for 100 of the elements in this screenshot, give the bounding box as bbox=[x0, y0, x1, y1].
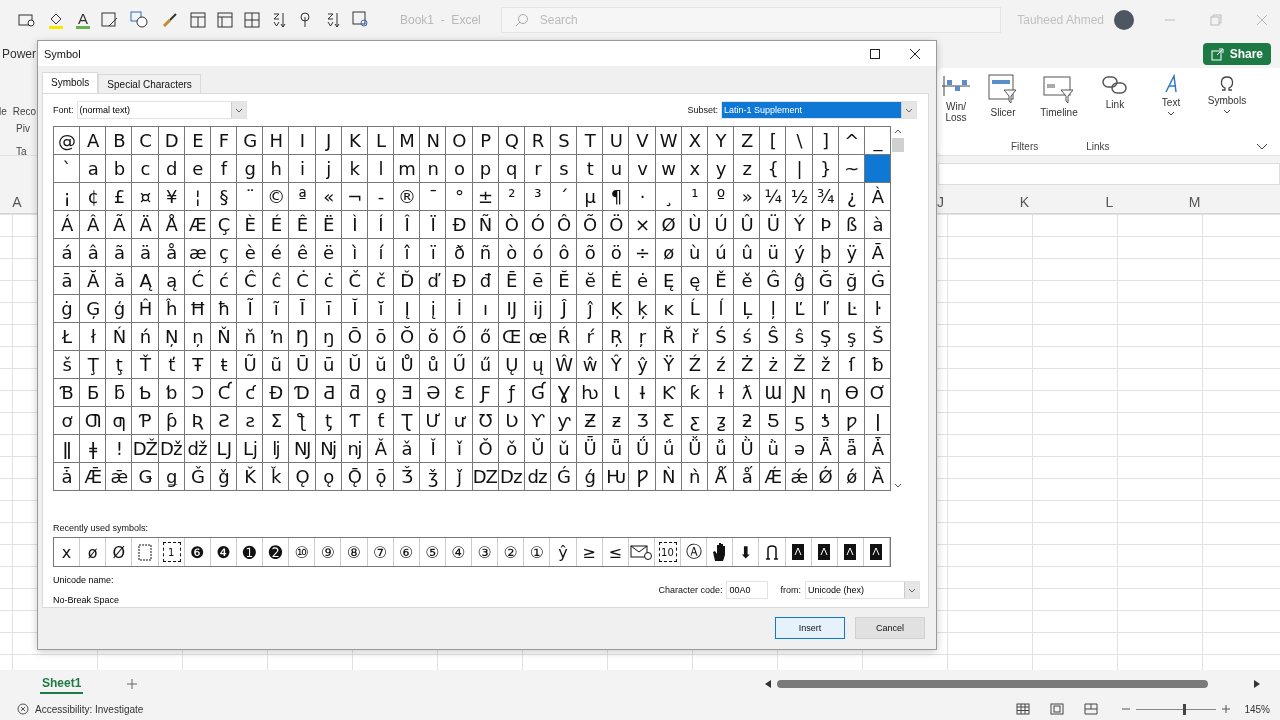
symbol-cell[interactable]: Ũ bbox=[237, 351, 264, 379]
symbol-cell[interactable]: Ċ bbox=[289, 267, 316, 295]
symbol-cell[interactable]: ď bbox=[420, 267, 447, 295]
symbol-cell[interactable]: ý bbox=[786, 239, 813, 267]
symbol-cell[interactable]: ǉ bbox=[263, 435, 290, 463]
symbol-cell[interactable]: Ò bbox=[498, 211, 525, 239]
symbol-cell[interactable]: ş bbox=[838, 323, 865, 351]
symbol-cell[interactable]: ġ bbox=[54, 295, 81, 323]
symbol-cell[interactable]: Ƴ bbox=[524, 407, 551, 435]
symbol-cell[interactable]: ū bbox=[315, 351, 342, 379]
symbol-cell[interactable]: ~ bbox=[838, 155, 865, 183]
zoom-level[interactable]: 145% bbox=[1244, 703, 1270, 715]
symbol-cell[interactable]: ŭ bbox=[367, 351, 395, 379]
symbol-cell[interactable]: Ǌ bbox=[289, 435, 316, 463]
symbol-cell[interactable]: Ŕ bbox=[550, 323, 578, 351]
symbol-cell[interactable]: « bbox=[315, 183, 342, 211]
symbol-cell[interactable]: Ă bbox=[80, 267, 107, 295]
symbol-cell[interactable]: Î bbox=[394, 211, 421, 239]
symbol-cell[interactable]: Ů bbox=[394, 351, 421, 379]
symbol-cell[interactable]: Ƿ bbox=[629, 463, 656, 491]
symbol-cell[interactable]: Ǵ bbox=[550, 463, 578, 491]
symbol-cell[interactable]: ® bbox=[394, 183, 421, 211]
symbol-cell[interactable]: ¡ bbox=[54, 183, 81, 211]
symbol-cell[interactable]: ŋ bbox=[315, 323, 342, 351]
symbol-cell[interactable]: š bbox=[54, 351, 81, 379]
symbol-cell[interactable]: ǁ bbox=[54, 435, 81, 463]
symbol-cell[interactable]: a bbox=[80, 155, 107, 183]
symbol-cell[interactable]: z bbox=[734, 155, 761, 183]
symbol-cell[interactable]: ƶ bbox=[603, 407, 630, 435]
ribbon-button[interactable]: Link bbox=[1089, 74, 1141, 110]
symbol-cell[interactable]: Q bbox=[498, 127, 525, 155]
symbol-cell[interactable]: b bbox=[106, 155, 133, 183]
symbol-cell[interactable]: Ň bbox=[210, 323, 238, 351]
symbol-cell[interactable]: Ë bbox=[315, 211, 342, 239]
sheet-tab[interactable]: Sheet1 bbox=[40, 674, 84, 694]
symbol-cell[interactable]: Ǽ bbox=[760, 463, 787, 491]
symbol-cell[interactable]: ô bbox=[550, 239, 578, 267]
symbol-cell[interactable]: © bbox=[263, 183, 290, 211]
symbol-cell[interactable]: Ɛ bbox=[446, 379, 473, 407]
symbol-cell[interactable]: ŗ bbox=[629, 323, 656, 351]
symbol-cell[interactable]: Á bbox=[54, 211, 81, 239]
symbol-cell[interactable]: Ě bbox=[707, 267, 735, 295]
symbol-cell[interactable]: x bbox=[681, 155, 708, 183]
symbol-cell[interactable]: Ǟ bbox=[812, 435, 839, 463]
symbol-cell[interactable]: ǚ bbox=[707, 435, 735, 463]
symbol-cell[interactable]: ŧ bbox=[210, 351, 238, 379]
symbol-cell[interactable]: Ż bbox=[734, 351, 761, 379]
symbol-cell[interactable]: Ø bbox=[655, 211, 682, 239]
symbol-cell[interactable]: ƌ bbox=[341, 379, 368, 407]
symbol-cell[interactable]: ŀ bbox=[864, 295, 891, 323]
symbol-cell[interactable]: » bbox=[734, 183, 761, 211]
symbol-cell[interactable]: Ǘ bbox=[629, 435, 656, 463]
symbol-cell[interactable]: Ơ bbox=[864, 379, 891, 407]
column-header[interactable]: J bbox=[937, 194, 982, 210]
symbol-cell[interactable]: E bbox=[184, 127, 211, 155]
symbol-cell[interactable]: Đ bbox=[446, 267, 473, 295]
symbol-cell[interactable]: ő bbox=[472, 323, 499, 351]
symbol-cell[interactable]: ǫ bbox=[315, 463, 342, 491]
symbol-cell[interactable]: Ú bbox=[707, 211, 735, 239]
symbol-cell[interactable]: c bbox=[132, 155, 159, 183]
symbol-cell[interactable]: Ǝ bbox=[394, 379, 421, 407]
symbol-cell[interactable]: v bbox=[629, 155, 656, 183]
symbol-cell[interactable]: · bbox=[629, 183, 656, 211]
symbol-cell[interactable]: ƥ bbox=[158, 407, 185, 435]
symbol-cell[interactable]: Ǳ bbox=[472, 463, 499, 491]
symbol-cell[interactable]: ƛ bbox=[734, 379, 761, 407]
symbol-cell[interactable]: Ė bbox=[603, 267, 630, 295]
symbol-cell[interactable]: ¤ bbox=[132, 183, 159, 211]
symbol-cell[interactable]: ſ bbox=[838, 351, 865, 379]
symbol-cell[interactable]: ¿ bbox=[838, 183, 865, 211]
symbol-cell[interactable]: ŉ bbox=[263, 323, 290, 351]
symbol-cell[interactable]: ǿ bbox=[838, 463, 865, 491]
symbol-cell[interactable]: å bbox=[158, 239, 185, 267]
symbol-cell[interactable]: Ʋ bbox=[498, 407, 525, 435]
symbol-cell[interactable]: Ñ bbox=[472, 211, 499, 239]
symbol-cell[interactable]: ǎ bbox=[394, 435, 421, 463]
symbol-cell[interactable]: ǣ bbox=[106, 463, 133, 491]
symbol-cell[interactable]: ƈ bbox=[237, 379, 264, 407]
symbol-cell[interactable]: Ű bbox=[446, 351, 473, 379]
symbol-cell[interactable]: ¯ bbox=[420, 183, 447, 211]
symbol-cell[interactable]: ä bbox=[132, 239, 159, 267]
symbol-cell[interactable]: è bbox=[237, 239, 264, 267]
symbol-cell[interactable]: Â bbox=[80, 211, 107, 239]
symbol-cell[interactable]: Ɔ bbox=[184, 379, 211, 407]
symbol-cell[interactable]: Ɩ bbox=[603, 379, 630, 407]
symbol-cell[interactable]: ƿ bbox=[838, 407, 865, 435]
symbol-cell[interactable]: Û bbox=[734, 211, 761, 239]
symbol-cell[interactable]: þ bbox=[812, 239, 839, 267]
symbol-cell[interactable]: Ʊ bbox=[472, 407, 499, 435]
symbol-cell[interactable]: ƅ bbox=[158, 379, 185, 407]
symbol-cell[interactable]: Č bbox=[341, 267, 368, 295]
symbol-cell[interactable]: Ã bbox=[106, 211, 133, 239]
symbol-cell[interactable]: Ó bbox=[524, 211, 551, 239]
symbol-cell[interactable]: č bbox=[367, 267, 395, 295]
symbol-cell[interactable]: ƕ bbox=[577, 379, 604, 407]
symbol-cell[interactable]: t bbox=[577, 155, 604, 183]
symbol-cell[interactable]: Ŗ bbox=[603, 323, 630, 351]
symbol-cell[interactable]: Ǎ bbox=[367, 435, 395, 463]
symbol-cell[interactable]: Ŀ bbox=[838, 295, 865, 323]
symbol-cell[interactable]: Ţ bbox=[80, 351, 107, 379]
